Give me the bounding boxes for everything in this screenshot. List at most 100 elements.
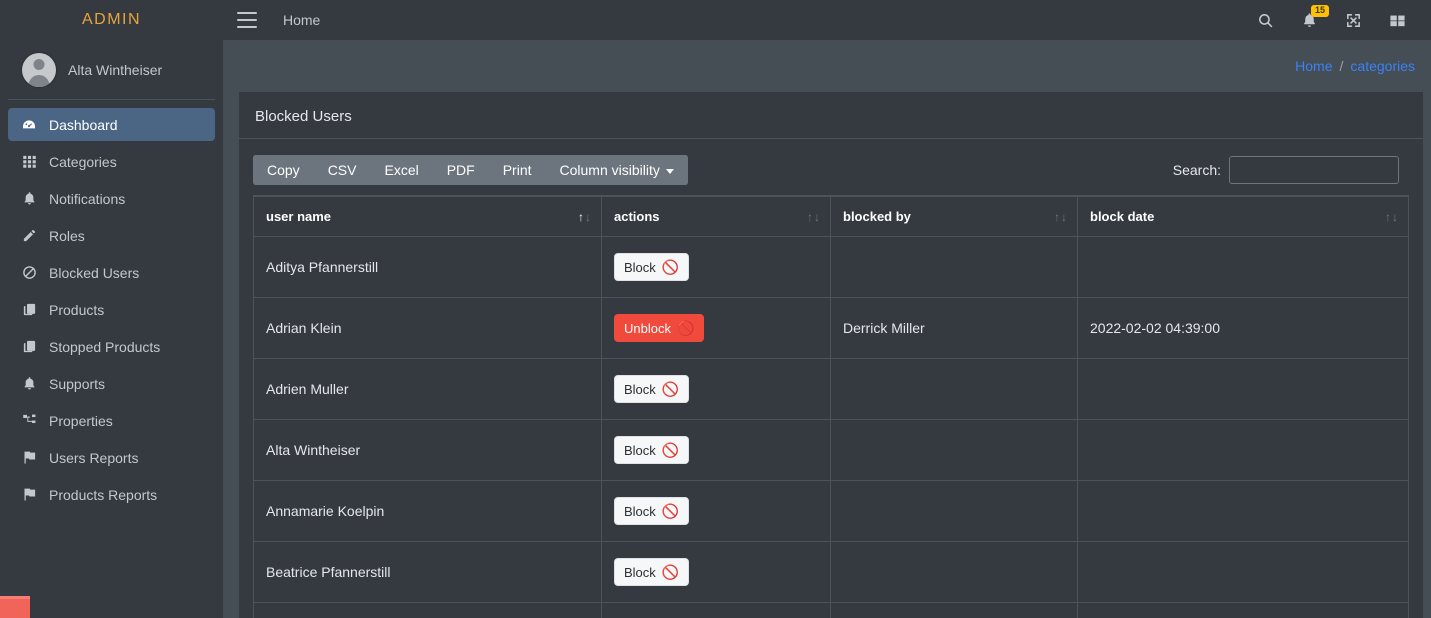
cell-blocked-by xyxy=(830,541,1078,603)
table-head: user name ↑ ↓ actions ↑ ↓ blocked by ↑ ↓ block da… xyxy=(253,195,1409,237)
export-button-print[interactable]: Print xyxy=(488,155,546,185)
cell-actions: Block 🚫 xyxy=(601,541,831,603)
block-user-button[interactable]: Block 🚫 xyxy=(614,497,690,525)
table-row: Beatrice Pfannerstill Block 🚫 xyxy=(253,541,1409,603)
cell-actions: Block 🚫 xyxy=(601,358,831,420)
sidebar-item-notifications[interactable]: Notifications xyxy=(8,182,215,215)
breadcrumb: Home / categories xyxy=(223,40,1431,92)
breadcrumb-home[interactable]: Home xyxy=(1295,58,1332,74)
unblock-button-label: Unblock xyxy=(624,320,671,336)
cell-blocked-by: Derrick Miller xyxy=(830,297,1078,359)
sidebar-item-products-reports[interactable]: Products Reports xyxy=(8,478,215,511)
user-avatar-icon xyxy=(22,52,56,87)
block-user-button[interactable]: Block 🚫 xyxy=(614,558,690,586)
copy-icon xyxy=(18,338,40,356)
sidebar-item-stopped-products[interactable]: Stopped Products xyxy=(8,330,215,363)
sidebar-item-label: Supports xyxy=(49,375,106,392)
sidebar-item-users-reports[interactable]: Users Reports xyxy=(8,441,215,474)
cell-user-name: Bridget Gleichner xyxy=(253,602,602,618)
export-button-csv[interactable]: CSV xyxy=(313,155,371,185)
hamburger-icon[interactable] xyxy=(237,12,257,28)
fullscreen-icon[interactable] xyxy=(1331,0,1375,40)
search-icon[interactable] xyxy=(1243,0,1287,40)
block-user-button[interactable]: Block 🚫 xyxy=(614,253,690,281)
search-label: Search: xyxy=(1172,162,1221,178)
notifications-icon[interactable]: 15 xyxy=(1287,0,1331,40)
block-user-button[interactable]: Block 🚫 xyxy=(614,375,690,403)
datatable-toolbar: Copy CSV Excel PDF Print Column visibility Se… xyxy=(253,151,1409,189)
sort-arrows-icon: ↑ ↓ xyxy=(1385,209,1398,224)
search-area: Search: xyxy=(1173,156,1409,184)
cell-actions: Block 🚫 xyxy=(601,480,831,542)
cell-actions: Unblock 🚫 xyxy=(601,297,831,359)
blocked-users-card: Blocked Users Copy CSV Excel PDF Print Column… xyxy=(239,92,1423,618)
table-header-block-date[interactable]: block date ↑ ↓ xyxy=(1077,195,1409,237)
cell-blocked-by xyxy=(830,358,1078,420)
unblock-user-button[interactable]: Unblock 🚫 xyxy=(614,314,705,342)
column-visibility-button[interactable]: Column visibility xyxy=(545,155,688,185)
flag-icon xyxy=(18,486,40,504)
sidebar: ADMIN Alta Wintheiser Dashboard Categorie… xyxy=(0,0,223,618)
topbar-home-link[interactable]: Home xyxy=(283,12,320,28)
card-body: Copy CSV Excel PDF Print Column visibility Se… xyxy=(239,139,1423,618)
cell-block-date: 2022-02-02 04:39:00 xyxy=(1077,297,1409,359)
cell-actions: Block 🚫 xyxy=(601,419,831,481)
export-button-copy[interactable]: Copy xyxy=(253,155,314,185)
sidebar-user-panel[interactable]: Alta Wintheiser xyxy=(8,40,215,100)
pencil-icon xyxy=(18,227,40,245)
sidebar-item-label: Roles xyxy=(49,227,85,244)
grid-icon xyxy=(18,153,40,171)
logout-button-partial[interactable] xyxy=(0,596,30,618)
main-area: Home 15 Home / categories Blocked Users … xyxy=(223,0,1431,618)
cell-user-name: Aditya Pfannerstill xyxy=(253,236,602,298)
sidebar-item-label: Properties xyxy=(49,412,113,429)
cell-block-date xyxy=(1077,541,1409,603)
bell-icon xyxy=(18,190,40,208)
sidebar-nav: Dashboard Categories Notifications Roles Blo… xyxy=(0,100,223,618)
cell-user-name: Alta Wintheiser xyxy=(253,419,602,481)
table-row: Adrien Muller Block 🚫 xyxy=(253,358,1409,420)
sidebar-item-categories[interactable]: Categories xyxy=(8,145,215,178)
export-button-pdf[interactable]: PDF xyxy=(432,155,489,185)
table-row: Annamarie Koelpin Block 🚫 xyxy=(253,480,1409,542)
block-user-button[interactable]: Block 🚫 xyxy=(614,436,690,464)
sidebar-item-roles[interactable]: Roles xyxy=(8,219,215,252)
topbar: Home 15 xyxy=(223,0,1431,40)
block-button-label: Block xyxy=(624,442,656,458)
export-button-excel[interactable]: Excel xyxy=(370,155,433,185)
table-row: Adrian Klein Unblock 🚫 Derrick Miller 2022-0… xyxy=(253,297,1409,359)
table-header-label: user name xyxy=(266,209,332,224)
cell-block-date xyxy=(1077,236,1409,298)
table-header-row: user name ↑ ↓ actions ↑ ↓ blocked by ↑ ↓ block da… xyxy=(253,195,1409,237)
apps-grid-icon[interactable] xyxy=(1375,0,1419,40)
sidebar-item-dashboard[interactable]: Dashboard xyxy=(8,108,215,141)
ban-icon: 🚫 xyxy=(661,442,680,458)
block-button-label: Block xyxy=(624,259,656,275)
sidebar-item-label: Categories xyxy=(49,153,117,170)
sidebar-item-blocked-users[interactable]: Blocked Users xyxy=(8,256,215,289)
cell-blocked-by xyxy=(830,419,1078,481)
card-title: Blocked Users xyxy=(239,95,1423,139)
cell-user-name: Beatrice Pfannerstill xyxy=(253,541,602,603)
chevron-down-icon xyxy=(665,168,674,174)
table-header-actions[interactable]: actions ↑ ↓ xyxy=(601,195,831,237)
ban-icon: 🚫 xyxy=(661,259,680,275)
sidebar-item-properties[interactable]: Properties xyxy=(8,404,215,437)
search-input[interactable] xyxy=(1229,156,1399,184)
cell-blocked-by xyxy=(830,602,1078,618)
sidebar-item-label: Users Reports xyxy=(49,449,139,466)
ban-icon xyxy=(18,264,40,282)
breadcrumb-current[interactable]: categories xyxy=(1350,58,1415,74)
table-header-blocked-by[interactable]: blocked by ↑ ↓ xyxy=(830,195,1078,237)
block-button-label: Block xyxy=(624,564,656,580)
sort-arrows-icon: ↑ ↓ xyxy=(578,209,591,224)
block-button-label: Block xyxy=(624,381,656,397)
blocked-users-table: user name ↑ ↓ actions ↑ ↓ blocked by ↑ ↓ block da… xyxy=(253,195,1409,618)
table-header-user-name[interactable]: user name ↑ ↓ xyxy=(253,195,602,237)
sidebar-item-supports[interactable]: Supports xyxy=(8,367,215,400)
sidebar-item-label: Products xyxy=(49,301,105,318)
cell-blocked-by xyxy=(830,480,1078,542)
brand-title: ADMIN xyxy=(81,11,142,28)
sidebar-item-products[interactable]: Products xyxy=(8,293,215,326)
export-button-group: Copy CSV Excel PDF Print Column visibility xyxy=(253,155,688,185)
